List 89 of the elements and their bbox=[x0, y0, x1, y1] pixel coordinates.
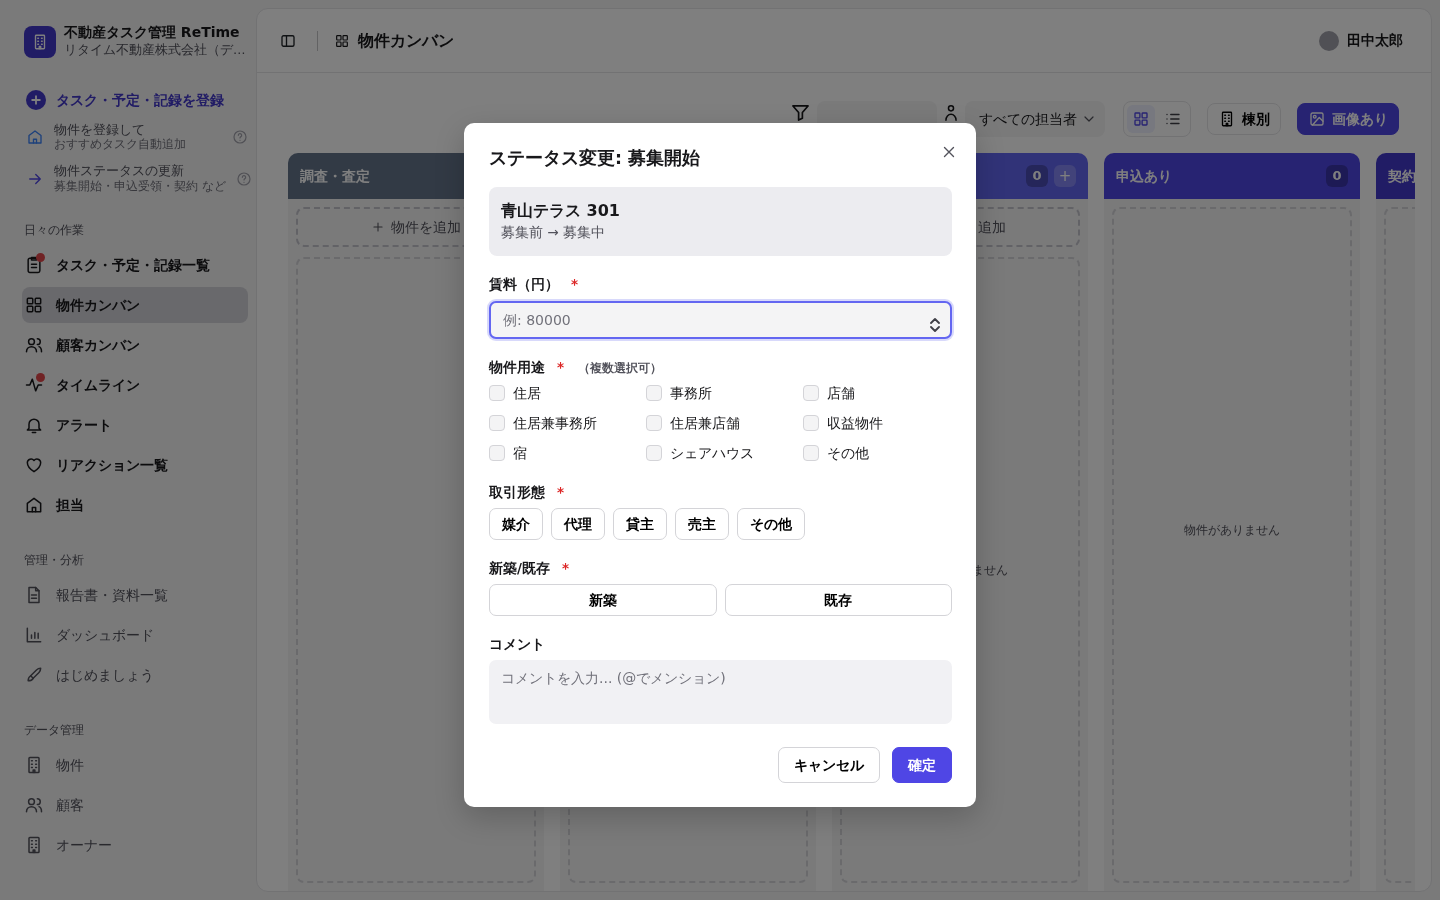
confirm-button[interactable]: 確定 bbox=[892, 747, 952, 784]
plus-circle-icon bbox=[26, 90, 46, 111]
helper-item[interactable]: 物件ステータスの更新 募集開始・申込受領・契約 など bbox=[24, 163, 248, 194]
checkbox-label: 店舗 bbox=[827, 383, 855, 403]
helper-subtitle: おすすめタスク自動追加 bbox=[54, 137, 187, 152]
section-heading: 管理・分析 bbox=[24, 552, 85, 570]
plus-icon bbox=[371, 220, 385, 234]
required-mark: * bbox=[557, 482, 565, 502]
required-mark: * bbox=[557, 357, 565, 377]
field-label: 新築/既存 bbox=[489, 558, 550, 578]
checkbox[interactable] bbox=[489, 415, 505, 432]
spinner-icon bbox=[930, 318, 940, 333]
checkbox-label: シェアハウス bbox=[670, 444, 754, 464]
field-label: コメント bbox=[489, 635, 545, 655]
option-button[interactable]: 貸主 bbox=[613, 507, 667, 540]
helper-title: 物件ステータスの更新 bbox=[54, 163, 185, 179]
sidebar-item[interactable]: 顧客カンバン bbox=[22, 327, 248, 364]
option-button[interactable]: 売主 bbox=[675, 507, 729, 540]
checkbox[interactable] bbox=[489, 384, 505, 401]
option-button[interactable]: 既存 bbox=[724, 584, 952, 617]
checkbox-label: 住居兼店舗 bbox=[670, 414, 740, 434]
register-link[interactable]: タスク・予定・記録を登録 bbox=[24, 89, 224, 111]
column-title: 申込あり bbox=[1116, 166, 1173, 186]
sidebar-item[interactable]: タイムライン bbox=[22, 367, 248, 404]
sidebar-item[interactable]: はじめましょう bbox=[22, 657, 248, 694]
checkbox[interactable] bbox=[489, 445, 505, 462]
checkbox-label: その他 bbox=[827, 444, 869, 464]
required-mark: * bbox=[561, 558, 569, 578]
filter-select[interactable]: すべての担当者 bbox=[965, 101, 1105, 137]
filter-toggle[interactable]: 画像あり bbox=[1297, 103, 1399, 135]
help-icon bbox=[232, 129, 248, 146]
section-heading: データ管理 bbox=[24, 722, 85, 740]
sidebar-item[interactable]: 顧客 bbox=[22, 787, 248, 824]
sidebar-item[interactable]: アラート bbox=[22, 407, 248, 444]
checkbox[interactable] bbox=[803, 384, 819, 401]
page-title: 物件カンバン bbox=[358, 29, 454, 52]
sidebar-item[interactable]: ダッシュボード bbox=[22, 617, 248, 654]
option-button[interactable]: その他 bbox=[737, 507, 805, 540]
checkbox[interactable] bbox=[646, 384, 662, 401]
checkbox[interactable] bbox=[803, 415, 819, 432]
clipboard-icon bbox=[24, 255, 44, 276]
image-icon bbox=[1308, 110, 1326, 128]
column-title: 調査・査定 bbox=[300, 166, 371, 186]
checkbox[interactable] bbox=[646, 415, 662, 432]
option-button[interactable]: 媒介 bbox=[489, 507, 543, 540]
help-icon bbox=[235, 170, 252, 187]
user-name: 田中太郎 bbox=[1347, 31, 1403, 50]
helper-item[interactable]: 物件を登録して おすすめタスク自動追加 bbox=[24, 122, 248, 152]
filter-icon bbox=[792, 105, 809, 121]
sidebar-item[interactable]: タスク・予定・記録一覧 bbox=[22, 247, 248, 284]
checkbox-label: 住居兼事務所 bbox=[513, 414, 597, 434]
avatar bbox=[1319, 30, 1339, 51]
field-label: 取引形態 bbox=[489, 482, 545, 502]
sidebar-item[interactable]: 担当 bbox=[22, 487, 248, 524]
section-heading: 日々の作業 bbox=[24, 222, 85, 240]
checkbox[interactable] bbox=[803, 445, 819, 462]
rent-field[interactable]: 例: 80000 bbox=[489, 300, 952, 339]
option-button[interactable]: 新築 bbox=[489, 584, 717, 617]
sidebar-item[interactable]: 物件カンバン bbox=[22, 287, 248, 324]
checkbox[interactable] bbox=[646, 445, 662, 462]
person-icon bbox=[945, 105, 957, 121]
grid-icon bbox=[1132, 110, 1150, 128]
sidebar-item[interactable]: リアクション一覧 bbox=[22, 447, 248, 484]
cancel-button[interactable]: キャンセル bbox=[778, 747, 880, 784]
company-name: リタイム不動産株式会社（デ… bbox=[64, 40, 246, 59]
comment-field[interactable]: コメントを入力... (@でメンション) bbox=[489, 660, 952, 725]
view-toggle[interactable] bbox=[1127, 105, 1155, 133]
grid-icon bbox=[334, 32, 350, 49]
helper-title: 物件を登録して bbox=[54, 122, 146, 138]
checkbox-label: 住居 bbox=[513, 383, 541, 403]
field-label: 物件用途 bbox=[489, 357, 545, 377]
checkbox-label: 収益物件 bbox=[827, 414, 883, 434]
empty-message: 物件がありません bbox=[1184, 522, 1280, 539]
field-hint: （複数選択可） bbox=[578, 359, 663, 377]
sidebar-toggle-icon bbox=[279, 32, 297, 50]
column-title: 契約 bbox=[1388, 166, 1415, 186]
checkbox-label: 宿 bbox=[513, 444, 527, 464]
sidebar-item[interactable]: 報告書・資料一覧 bbox=[22, 577, 248, 614]
filter-toggle[interactable]: 棟別 bbox=[1207, 103, 1281, 135]
required-mark: * bbox=[571, 275, 579, 295]
dialog-title: ステータス変更: 募集開始 bbox=[489, 147, 701, 170]
home-icon bbox=[26, 128, 44, 147]
app-title: 不動産タスク管理 ReTime bbox=[64, 24, 241, 41]
option-button[interactable]: 代理 bbox=[551, 507, 605, 540]
sidebar-item[interactable]: オーナー bbox=[22, 827, 248, 864]
sidebar-item[interactable]: 物件 bbox=[22, 747, 248, 784]
field-label: 賃料（円） bbox=[489, 275, 559, 295]
checkbox-label: 事務所 bbox=[670, 383, 712, 403]
helper-subtitle: 募集開始・申込受領・契約 など bbox=[54, 178, 226, 194]
